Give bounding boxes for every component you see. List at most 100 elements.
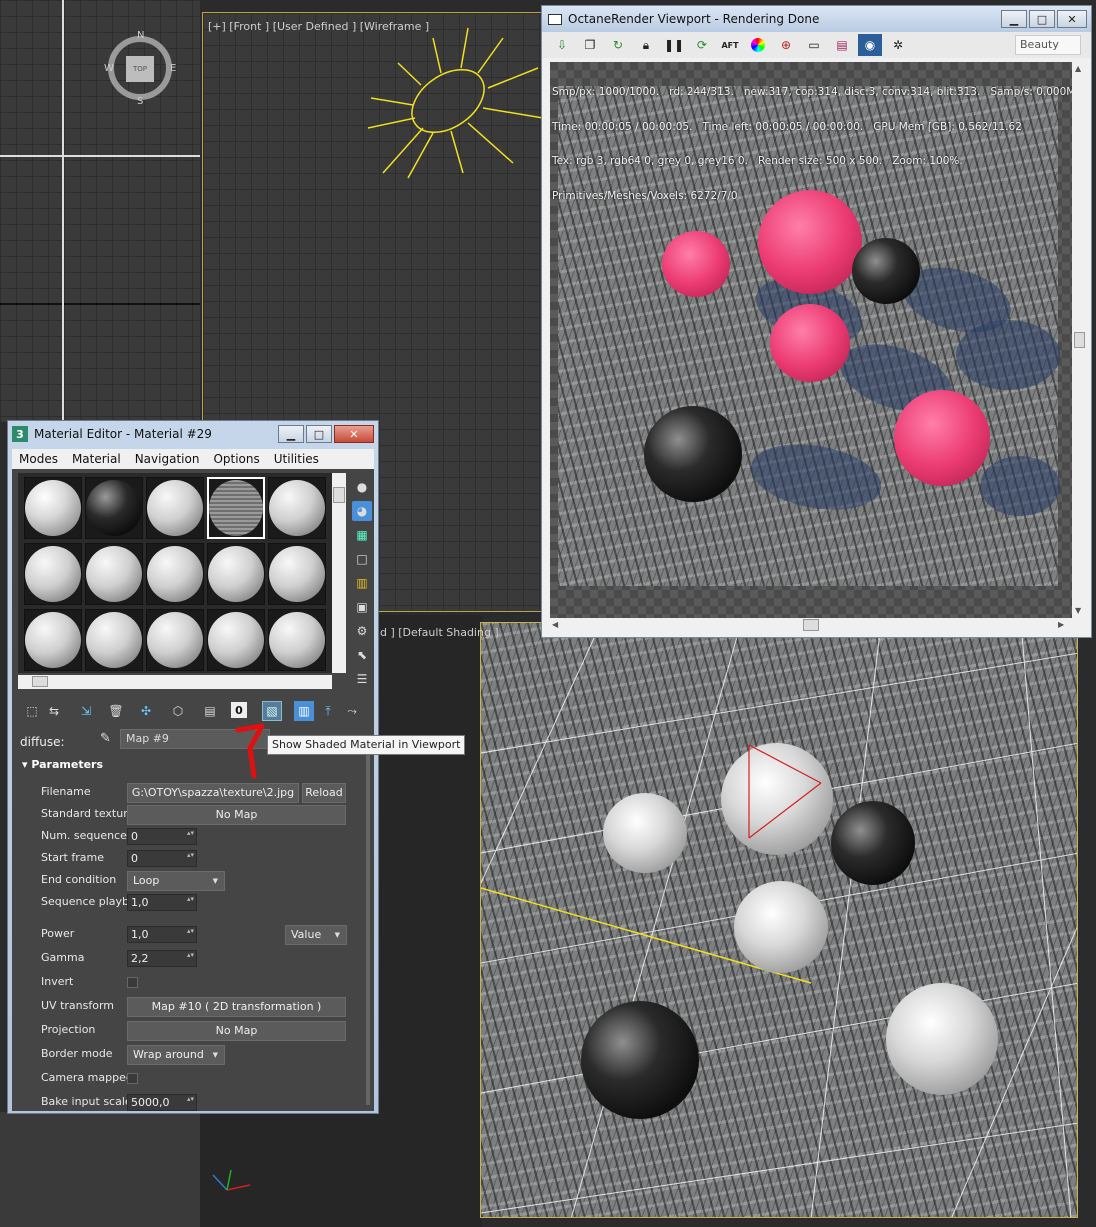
sun-light-icon[interactable]: [363, 23, 553, 183]
close-button[interactable]: ✕: [1057, 10, 1087, 28]
vertical-scrollbar[interactable]: ▲ ▼: [1072, 62, 1087, 620]
perspective-viewport[interactable]: [480, 622, 1078, 1218]
close-button[interactable]: ✕: [334, 425, 374, 443]
get-material-icon[interactable]: ⬚: [22, 701, 42, 721]
gamma-spinner[interactable]: 2,2: [127, 950, 197, 967]
backlight-icon[interactable]: ◕: [352, 501, 372, 521]
sample-slot[interactable]: [146, 477, 204, 539]
marble-sphere[interactable]: [734, 881, 828, 973]
aft-icon[interactable]: AFT: [718, 34, 742, 56]
invert-checkbox[interactable]: [127, 977, 138, 988]
pause-icon[interactable]: ❚❚: [662, 34, 686, 56]
restart-icon[interactable]: ⟳: [690, 34, 714, 56]
uv-tiling-icon[interactable]: □: [352, 549, 372, 569]
end-condition-dropdown[interactable]: Loop: [127, 871, 225, 891]
sample-slot[interactable]: [207, 609, 265, 671]
sample-slot[interactable]: [85, 477, 143, 539]
material-editor-window[interactable]: 3 Material Editor - Material #29 ▁ □ ✕ M…: [7, 420, 379, 1114]
power-spinner[interactable]: 1,0: [127, 926, 197, 943]
perspective-viewport-label[interactable]: d ] [Default Shading ]: [380, 626, 499, 639]
scroll-thumb[interactable]: [1074, 332, 1085, 348]
camera-icon[interactable]: ◉: [858, 34, 882, 56]
lock-icon[interactable]: 🔒︎: [634, 34, 658, 56]
maximize-button[interactable]: □: [306, 425, 332, 443]
pass-select[interactable]: Beauty: [1015, 35, 1081, 55]
menu-utilities[interactable]: Utilities: [267, 452, 326, 466]
power-mode-dropdown[interactable]: Value: [285, 925, 347, 945]
sample-slot[interactable]: [85, 609, 143, 671]
go-to-parent-icon[interactable]: ⤒: [318, 701, 338, 721]
render-canvas[interactable]: Smp/px: 1000/1000. rd: 244/313. new:317,…: [550, 62, 1072, 620]
dark-sphere[interactable]: [831, 801, 915, 885]
projection-button[interactable]: No Map: [127, 1021, 346, 1041]
menu-navigation[interactable]: Navigation: [128, 452, 207, 466]
sample-slot[interactable]: [24, 543, 82, 605]
params-scrollbar[interactable]: [366, 755, 370, 1105]
assign-to-selection-icon[interactable]: ⇲: [76, 701, 96, 721]
top-viewport[interactable]: TOP N S E W: [0, 0, 200, 422]
viewcube[interactable]: TOP: [108, 36, 172, 100]
slots-vertical-scrollbar[interactable]: [332, 473, 346, 673]
reload-button[interactable]: Reload: [302, 783, 346, 803]
select-by-material-icon[interactable]: ⬉: [352, 645, 372, 665]
material-editor-titlebar[interactable]: 3 Material Editor - Material #29 ▁ □ ✕: [8, 421, 378, 447]
video-color-check-icon[interactable]: ▥: [352, 573, 372, 593]
bake-input-scale-spinner[interactable]: 5000,0: [127, 1094, 197, 1111]
reset-map-icon[interactable]: 🗑︎: [106, 701, 126, 721]
sample-slot[interactable]: [146, 609, 204, 671]
menu-material[interactable]: Material: [65, 452, 128, 466]
sample-type-icon[interactable]: ●: [352, 477, 372, 497]
eyedropper-icon[interactable]: ✎: [100, 731, 111, 746]
color-wheel-icon[interactable]: [746, 34, 770, 56]
sample-slot[interactable]: [268, 543, 326, 605]
filename-button[interactable]: G:\OTOY\spazza\texture\2.jpg: [127, 783, 299, 803]
sample-slot[interactable]: [268, 477, 326, 539]
go-forward-sibling-icon[interactable]: ⤳: [342, 701, 362, 721]
sample-slot-selected[interactable]: [207, 477, 265, 539]
scroll-up-arrow[interactable]: ▲: [1075, 64, 1081, 73]
border-mode-dropdown[interactable]: Wrap around: [127, 1045, 225, 1065]
monitor-icon[interactable]: ▭: [802, 34, 826, 56]
sample-slot[interactable]: [146, 543, 204, 605]
film-icon[interactable]: ▤: [830, 34, 854, 56]
sample-slot[interactable]: [24, 609, 82, 671]
put-to-scene-icon[interactable]: ⇆: [44, 701, 64, 721]
target-icon[interactable]: ⊕: [774, 34, 798, 56]
scroll-thumb[interactable]: [803, 619, 819, 631]
options-icon[interactable]: ⚙: [352, 621, 372, 641]
marble-sphere[interactable]: [603, 793, 687, 873]
num-sequence-spinner[interactable]: 0: [127, 828, 197, 845]
make-unique-icon[interactable]: ✣: [136, 701, 156, 721]
dark-sphere-large[interactable]: [581, 1001, 699, 1119]
background-icon[interactable]: ▦: [352, 525, 372, 545]
marble-sphere[interactable]: [886, 983, 998, 1095]
maximize-button[interactable]: □: [1029, 10, 1055, 28]
scroll-down-arrow[interactable]: ▼: [1075, 606, 1081, 615]
make-preview-icon[interactable]: ▣: [352, 597, 372, 617]
scroll-right-arrow[interactable]: ▶: [1058, 620, 1064, 629]
material-navigator-icon[interactable]: ☰: [352, 669, 372, 689]
material-id-icon[interactable]: ▤: [200, 701, 220, 721]
sample-slot[interactable]: [85, 543, 143, 605]
minimize-button[interactable]: ▁: [1001, 10, 1027, 28]
parameters-rollout-header[interactable]: ▾ Parameters: [16, 755, 362, 775]
sample-slot[interactable]: [207, 543, 265, 605]
scroll-left-arrow[interactable]: ◀: [552, 620, 558, 629]
octane-viewport-window[interactable]: OctaneRender Viewport - Rendering Done ▁…: [541, 5, 1092, 638]
gear-icon[interactable]: ✲: [886, 34, 910, 56]
export-icon[interactable]: ⇩: [550, 34, 574, 56]
put-to-library-icon[interactable]: ⬡: [168, 701, 188, 721]
uv-transform-button[interactable]: Map #10 ( 2D transformation ): [127, 997, 346, 1017]
minimize-button[interactable]: ▁: [278, 425, 304, 443]
sample-slot[interactable]: [268, 609, 326, 671]
octane-titlebar[interactable]: OctaneRender Viewport - Rendering Done ▁…: [542, 6, 1091, 32]
standard-texture-button[interactable]: No Map: [127, 805, 346, 825]
slots-horizontal-scrollbar[interactable]: [18, 675, 332, 689]
start-frame-spinner[interactable]: 0: [127, 850, 197, 867]
menu-options[interactable]: Options: [206, 452, 266, 466]
horizontal-scrollbar[interactable]: ◀ ▶: [550, 618, 1072, 633]
sequence-playback-spinner[interactable]: 1,0: [127, 894, 197, 911]
refresh-icon[interactable]: ↻: [606, 34, 630, 56]
camera-mapped-checkbox[interactable]: [127, 1073, 138, 1084]
sample-slot[interactable]: [24, 477, 82, 539]
